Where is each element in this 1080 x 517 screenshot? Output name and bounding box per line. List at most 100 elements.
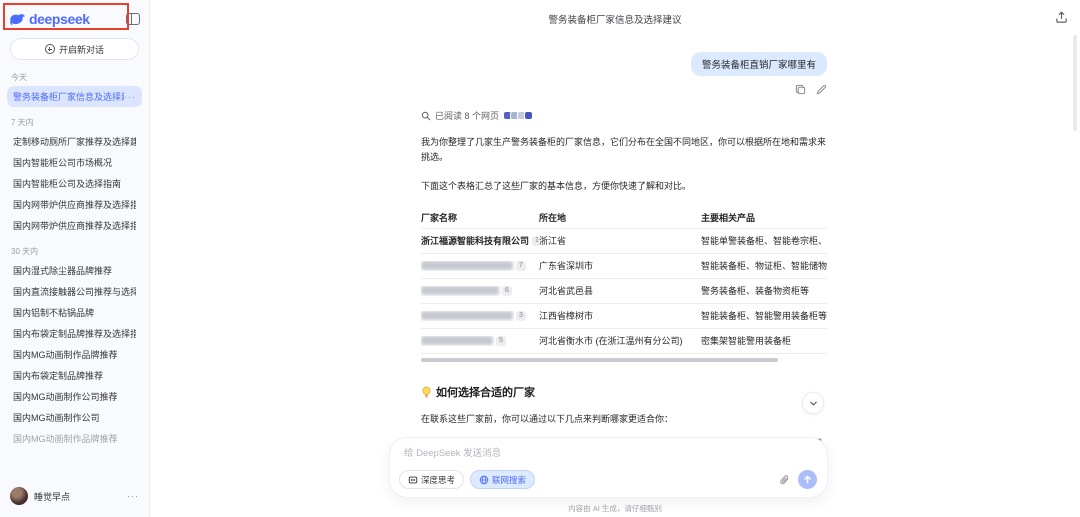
products-cell: 智能装备柜、智能警用装备柜等 [701, 309, 827, 322]
sidebar-item[interactable]: 国内直流接触器公司推荐与选择... [7, 281, 142, 302]
location-cell: 江西省樟树市 [539, 309, 701, 322]
section-heading-text: 如何选择合适的厂家 [436, 384, 535, 400]
share-button[interactable] [1052, 8, 1070, 26]
manufacturer-name-cell: 6 [421, 286, 539, 296]
sidebar-item[interactable]: 国内智能柜公司及选择指南 [7, 173, 142, 194]
citation-badge[interactable]: 6 [502, 286, 512, 296]
message-actions [421, 84, 827, 95]
assistant-paragraph: 我为你整理了几家生产警务装备柜的厂家信息，它们分布在全国不同地区，你可以根据所在… [421, 135, 827, 166]
table-row: 6 河北省武邑县警务装备柜、装备物资柜等 [421, 279, 827, 304]
deep-think-icon [408, 475, 418, 485]
item-menu-icon[interactable]: ··· [124, 92, 136, 102]
sidebar-item[interactable]: 国内网带炉供应商推荐及选择指南 [7, 215, 142, 236]
whale-logo-icon [9, 13, 26, 26]
sidebar-item-label: 国内MG动画制作品牌推荐 [13, 348, 118, 361]
sidebar-item-label: 国内智能柜公司及选择指南 [13, 177, 121, 190]
sidebar-item-label: 国内MG动画制作公司推荐 [13, 390, 118, 403]
sidebar-item-label: 国内MG动画制作品牌推荐 [13, 432, 118, 445]
chevron-down-icon [809, 399, 818, 408]
logo-text: deepseek [29, 11, 90, 27]
paperclip-icon[interactable] [779, 474, 790, 486]
table-header-cell: 主要相关产品 [701, 211, 827, 224]
sidebar-item[interactable]: 国内湿式除尘器品牌推荐 [7, 260, 142, 281]
sidebar-item[interactable]: 国内网带炉供应商推荐及选择指南 [7, 194, 142, 215]
products-cell: 密集架智能警用装备柜 [701, 334, 827, 347]
sidebar-item[interactable]: 国内智能柜公司市场概况 [7, 152, 142, 173]
new-chat-button[interactable]: 开启新对话 [10, 38, 139, 60]
source-favicons [505, 111, 533, 120]
table-row: 5 河北省衡水市 (在浙江温州有分公司)密集架智能警用装备柜 [421, 329, 827, 354]
sidebar-item-label: 定制移动厕所厂家推荐及选择建议 [13, 135, 136, 148]
location-cell: 河北省衡水市 (在浙江温州有分公司) [539, 334, 701, 347]
collapse-sidebar-icon[interactable] [126, 13, 140, 25]
manufacturer-table: 厂家名称所在地主要相关产品浙江福源智能科技有限公司1浙江省智能单警装备柜、智能卷… [421, 207, 827, 354]
redacted-name [421, 261, 513, 270]
redacted-name [421, 286, 499, 295]
sidebar-item-label: 国内布袋定制品牌推荐 [13, 369, 103, 382]
web-search-button[interactable]: 联网搜索 [470, 470, 535, 489]
edit-icon[interactable] [816, 84, 827, 95]
location-cell: 广东省深圳市 [539, 259, 701, 272]
share-icon [1055, 11, 1068, 24]
web-read-status[interactable]: 已阅读 8 个网页 [421, 109, 827, 122]
sidebar-item-label: 国内网带炉供应商推荐及选择指南 [13, 219, 136, 232]
sidebar-item-label: 国内智能柜公司市场概况 [13, 156, 112, 169]
manufacturer-name-cell: 3 [421, 311, 539, 321]
deep-think-button[interactable]: 深度思考 [399, 470, 464, 489]
sidebar-item[interactable]: 国内布袋定制品牌推荐及选择指南 [7, 323, 142, 344]
scroll-to-bottom-button[interactable] [802, 392, 824, 414]
sidebar-item[interactable]: 国内布袋定制品牌推荐 [7, 365, 142, 386]
new-chat-label: 开启新对话 [59, 43, 104, 56]
composer: 深度思考 联网搜索 [389, 437, 828, 498]
table-header-cell: 厂家名称 [421, 211, 539, 224]
avatar[interactable] [10, 487, 28, 505]
products-cell: 警务装备柜、装备物资柜等 [701, 284, 827, 297]
sidebar-item[interactable]: 警务装备柜厂家信息及选择建议··· [7, 86, 142, 107]
vertical-scrollbar[interactable] [1073, 35, 1077, 131]
chat-area: 警务装备柜直销厂家哪里有 已阅读 8 个网页 我为你整理了几家生产警务装备柜的厂… [421, 0, 827, 465]
sidebar-item[interactable]: 国内MG动画制作品牌推荐 [7, 428, 142, 449]
sidebar-item-label: 国内MG动画制作公司 [13, 411, 100, 424]
sidebar-item-label: 警务装备柜厂家信息及选择建议 [13, 90, 124, 103]
citation-badge[interactable]: 1 [532, 236, 539, 246]
sidebar-item[interactable]: 国内铝制不粘锅品牌 [7, 302, 142, 323]
redacted-name [421, 336, 493, 345]
products-cell: 智能单警装备柜、智能卷宗柜、物证 [701, 234, 827, 247]
citation-badge[interactable]: 7 [516, 261, 526, 271]
send-button[interactable] [798, 470, 817, 489]
message-input[interactable] [404, 446, 813, 460]
location-cell: 浙江省 [539, 234, 701, 247]
profile-menu-icon[interactable]: ··· [127, 491, 139, 501]
table-row: 7广东省深圳市智能装备柜、物证柜、智能储物柜 [421, 254, 827, 279]
favicon [524, 111, 533, 120]
sidebar-item-label: 国内网带炉供应商推荐及选择指南 [13, 198, 136, 211]
table-header-row: 厂家名称所在地主要相关产品 [421, 207, 827, 229]
location-cell: 河北省武邑县 [539, 284, 701, 297]
scrollbar-thumb[interactable] [421, 358, 778, 362]
sidebar-section-label: 7 天内 [11, 117, 138, 128]
globe-icon [479, 475, 489, 485]
section-intro: 在联系这些厂家前，你可以通过以下几点来判断哪家更适合你： [421, 412, 827, 425]
sidebar-item[interactable]: 定制移动厕所厂家推荐及选择建议 [7, 131, 142, 152]
table-row: 3 江西省樟树市智能装备柜、智能警用装备柜等 [421, 304, 827, 329]
citation-badge[interactable]: 3 [516, 311, 526, 321]
table-row: 浙江福源智能科技有限公司1浙江省智能单警装备柜、智能卷宗柜、物证 [421, 229, 827, 254]
search-icon [421, 111, 431, 121]
manufacturer-name-cell: 5 [421, 336, 539, 346]
sidebar-item[interactable]: 国内MG动画制作公司 [7, 407, 142, 428]
sidebar-section-label: 30 天内 [11, 246, 138, 257]
table-header-cell: 所在地 [539, 211, 701, 224]
chat-history-list: 今天警务装备柜厂家信息及选择建议···7 天内定制移动厕所厂家推荐及选择建议国内… [7, 62, 142, 483]
sidebar-item[interactable]: 国内MG动画制作公司推荐 [7, 386, 142, 407]
assistant-paragraph: 下面这个表格汇总了这些厂家的基本信息，方便你快速了解和对比。 [421, 179, 827, 194]
manufacturer-name-cell: 浙江福源智能科技有限公司1 [421, 234, 539, 247]
sidebar-item[interactable]: 国内MG动画制作品牌推荐 [7, 344, 142, 365]
citation-badge[interactable]: 5 [496, 336, 506, 346]
sidebar-item-label: 国内布袋定制品牌推荐及选择指南 [13, 327, 136, 340]
horizontal-scrollbar[interactable] [421, 358, 827, 362]
manufacturer-name: 浙江福源智能科技有限公司 [421, 234, 529, 247]
deepseek-logo[interactable]: deepseek [9, 11, 90, 27]
profile-row[interactable]: 睡觉早点 ··· [7, 483, 142, 509]
copy-icon[interactable] [795, 84, 806, 95]
sidebar-item-label: 国内铝制不粘锅品牌 [13, 306, 94, 319]
